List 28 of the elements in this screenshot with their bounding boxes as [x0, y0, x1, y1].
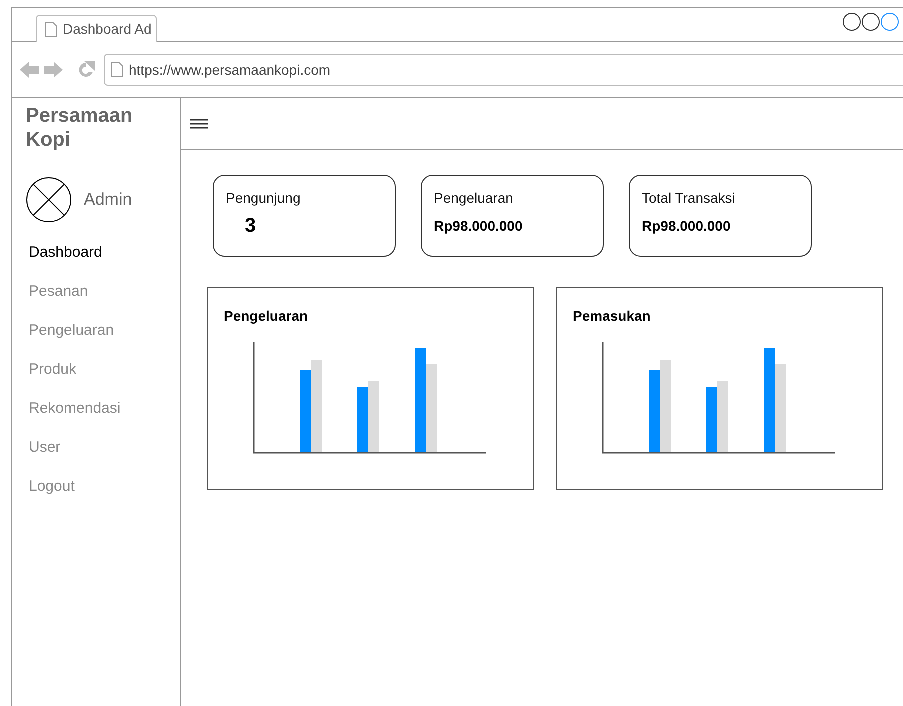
sidebar-item[interactable]: Pesanan: [29, 282, 88, 301]
sidebar-item[interactable]: Produk: [29, 360, 77, 379]
chart-bar: [357, 387, 368, 453]
chart-bar: [368, 381, 379, 453]
sidebar-item[interactable]: User: [29, 438, 61, 457]
page-icon: [45, 22, 57, 36]
sidebar-item[interactable]: Dashboard: [29, 243, 102, 262]
user-name: Admin: [84, 190, 132, 210]
sidebar-item[interactable]: Rekomendasi: [29, 399, 121, 418]
chart-title: Pengeluaran: [224, 308, 308, 324]
page-icon: [111, 62, 123, 77]
stat-value: Rp98.000.000: [642, 218, 732, 234]
chart-bar: [717, 381, 728, 453]
avatar-icon: [26, 177, 72, 223]
chart-bar: [706, 387, 717, 453]
stat-label: Pengunjung: [226, 190, 302, 206]
stat-value: Rp98.000.000: [434, 218, 524, 234]
address-bar[interactable]: https://www.persamaankopi.com: [104, 54, 903, 86]
app-title: Persamaan Kopi: [26, 104, 134, 152]
browser-tab[interactable]: Dashboard Ad: [36, 15, 157, 42]
sidebar-item[interactable]: Logout: [29, 477, 75, 496]
url-text: https://www.persamaankopi.com: [129, 62, 331, 78]
menu-icon[interactable]: [190, 116, 208, 130]
stat-label: Total Transaksi: [642, 190, 736, 206]
stat-value: 3: [245, 215, 258, 238]
stat-label: Pengeluaran: [434, 190, 514, 206]
sidebar-item[interactable]: Pengeluaran: [29, 321, 114, 340]
chart-title: Pemasukan: [573, 308, 651, 324]
